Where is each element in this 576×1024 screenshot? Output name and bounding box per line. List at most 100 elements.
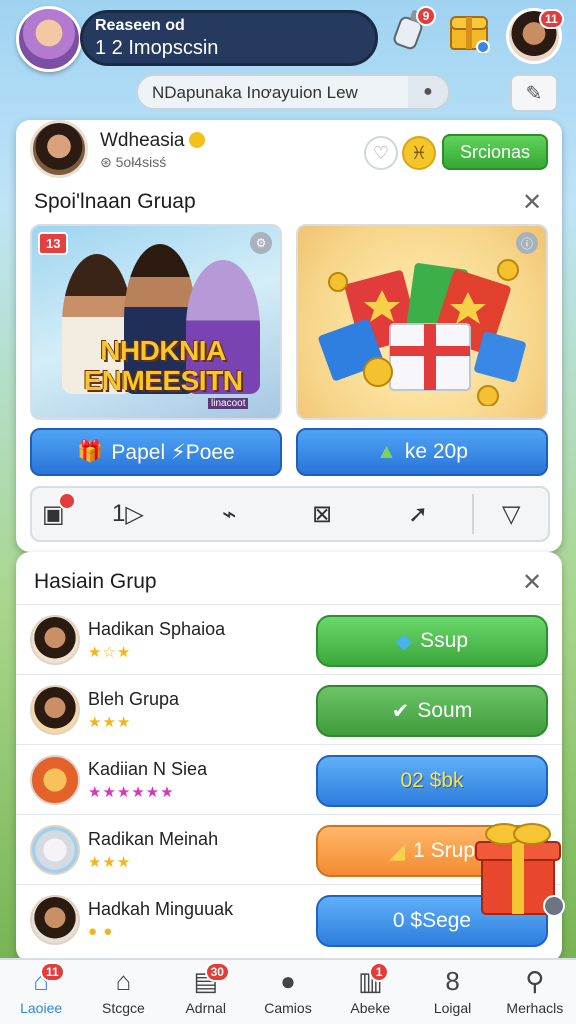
promo-caption: linacoot <box>208 398 249 409</box>
list-item[interactable]: Kadiian N Siea ★★★★★★ 02 $bk <box>16 744 562 814</box>
row-name: Hadkah Minguuak <box>88 899 234 919</box>
nav-label: Stcgce <box>102 1000 145 1016</box>
profile-subtitle: ⊛ 5oł4sisś <box>100 154 167 170</box>
nav-label: Abeke <box>350 1000 391 1016</box>
row-action-label: Soum <box>417 699 473 722</box>
avatar <box>30 685 80 735</box>
list-item[interactable]: Bleh Grupa ★★★ ✔ Soum <box>16 674 562 744</box>
filter-icon: ▽ <box>502 500 521 528</box>
figure-eight-icon: 8 <box>445 966 460 996</box>
profile-badge: 11 <box>539 9 564 29</box>
avatar <box>30 895 80 945</box>
close-list-icon[interactable]: ✕ <box>522 568 542 597</box>
gift-icon: 🎁 <box>77 440 104 463</box>
treasure-chest-icon <box>447 9 491 61</box>
tools-button[interactable]: ✎ <box>510 74 558 112</box>
promo-badge: 13 <box>38 232 69 255</box>
row-rating: ★★★ <box>88 854 132 871</box>
nav-item-local[interactable]: 8 Loigal <box>411 960 493 1024</box>
link-button[interactable]: ⌁ <box>222 498 236 530</box>
top-bar: Reaseen od 1 2 Imopscsin 9 11 NDapunaka … <box>0 0 576 120</box>
list-section-title: Hasiain Grup <box>34 570 157 593</box>
toolbar-divider <box>472 494 474 534</box>
nav-item-calendar[interactable]: ▥ Abeke 1 <box>329 960 411 1024</box>
nav-label: Laoiee <box>20 1000 63 1016</box>
link-icon: ⌁ <box>222 500 237 528</box>
row-rating: ● ● <box>88 923 114 940</box>
row-action-button[interactable]: ◆ Ssup <box>316 615 548 667</box>
avatar <box>30 615 80 665</box>
row-name: Hadikan Sphaioa <box>88 619 226 639</box>
close-icon[interactable]: ✕ <box>522 188 542 217</box>
row-rating: ★★★ <box>88 714 132 731</box>
search-text: NDapunaka Inơayuion Lew <box>152 83 358 102</box>
share-icon: ➚ <box>408 500 429 528</box>
nav-item-admin[interactable]: ▤ Adrnal 30 <box>165 960 247 1024</box>
search-icon: ● <box>423 83 433 100</box>
share-button[interactable]: ➚ <box>408 498 428 530</box>
ticket-icon: ◢ <box>388 839 406 863</box>
toolbar-count: 1 <box>112 500 126 527</box>
nav-badge: 1 <box>369 962 390 982</box>
gift-avatar <box>30 825 80 875</box>
nav-label: Loigal <box>433 1000 472 1016</box>
nav-badge: 11 <box>40 962 65 982</box>
profile-avatar-right[interactable]: 11 <box>506 8 564 64</box>
floating-gift-icon[interactable] <box>470 812 566 922</box>
nav-label: Merhacls <box>506 1000 564 1016</box>
paper-power-button[interactable]: 🎁 Papel ⚡Poee <box>30 428 282 476</box>
title-line2: 1 2 Imopscsin <box>95 37 219 59</box>
list-item[interactable]: Hadikan Sphaioa ★☆★ ◆ Ssup <box>16 604 562 674</box>
row-action-label: 0 $Sege <box>392 909 472 932</box>
chevron-right-icon: ▷ <box>125 500 144 528</box>
paper-power-label: Papel ⚡Poee <box>111 440 235 464</box>
nav-badge: 30 <box>204 962 230 982</box>
next-button[interactable]: 1 ▷ <box>112 498 144 530</box>
heart-icon: ♡ <box>372 142 390 163</box>
ke-20p-button[interactable]: ▲ ke 20p <box>296 428 548 476</box>
gift-pile-illustration <box>318 246 528 407</box>
nav-item-home[interactable]: ⌂ Laoiee 11 <box>0 960 82 1024</box>
row-action-button[interactable]: ✔ Soum <box>316 685 548 737</box>
camera-button[interactable]: ▣ <box>42 492 76 530</box>
user-avatar[interactable] <box>16 6 82 72</box>
mail-button[interactable]: ⊠ <box>312 498 332 530</box>
house-icon: ⌂ <box>115 966 132 996</box>
promo-card-event[interactable]: 13 ⚙ NHDKNIA ENMEESITN linacoot <box>30 224 282 420</box>
camera-badge <box>58 492 76 510</box>
action-toolbar: ▣ 1 ▷ ⌁ ⊠ ➚ ▽ <box>30 486 550 542</box>
title-panel: Reaseen od 1 2 Imopscsin <box>80 10 378 66</box>
nav-item-members[interactable]: ⚲ Merhacls <box>494 960 576 1024</box>
heart-button[interactable]: ♡ <box>364 136 398 170</box>
person-icon: ⚲ <box>525 966 545 996</box>
bottom-navigation: ⌂ Laoiee 11 ⌂ Stcgce ▤ Adrnal 30 ● Camio… <box>0 958 576 1024</box>
row-action-label: Ssup <box>420 629 469 652</box>
row-action-button[interactable]: 02 $bk <box>316 755 548 807</box>
chest-button[interactable] <box>446 12 492 58</box>
nav-item-chat[interactable]: ● Camios <box>247 960 329 1024</box>
bottle-button[interactable]: 9 <box>386 6 436 56</box>
info-icon[interactable]: ⓘ <box>516 232 538 254</box>
promo-card-gifts[interactable]: ⓘ <box>296 224 548 420</box>
nav-label: Camios <box>264 1000 312 1016</box>
row-rating: ★☆★ <box>88 644 132 661</box>
leaf-icon: ◆ <box>395 629 413 653</box>
search-button[interactable]: ● <box>408 76 448 108</box>
thumb-icon: ▲ <box>376 440 397 463</box>
group-card: Wdheasia ⊛ 5oł4sisś ♡ ♓ Srcionas Spoi'ln… <box>16 120 562 552</box>
profile-avatar[interactable] <box>30 120 88 178</box>
group-section-title: Spoi'lnaan Gruap <box>34 190 196 213</box>
row-action-label: 02 $bk <box>400 769 464 792</box>
title-line1: Reaseen od <box>95 17 185 34</box>
nav-item-storage[interactable]: ⌂ Stcgce <box>82 960 164 1024</box>
row-name: Kadiian N Siea <box>88 759 208 779</box>
row-name: Radikan Meinah <box>88 829 219 849</box>
wrench-icon[interactable]: ⚙ <box>250 232 272 254</box>
search-field[interactable]: NDapunaka Inơayuion Lew <box>136 74 450 110</box>
ke-20p-label: ke 20p <box>404 440 468 463</box>
tools-icon: ✎ <box>525 82 543 105</box>
sessions-button[interactable]: Srcionas <box>442 134 548 170</box>
profile-name-text: Wdheasia <box>100 130 185 151</box>
filter-button[interactable]: ▽ <box>502 498 520 530</box>
coin-button[interactable]: ♓ <box>402 136 436 170</box>
